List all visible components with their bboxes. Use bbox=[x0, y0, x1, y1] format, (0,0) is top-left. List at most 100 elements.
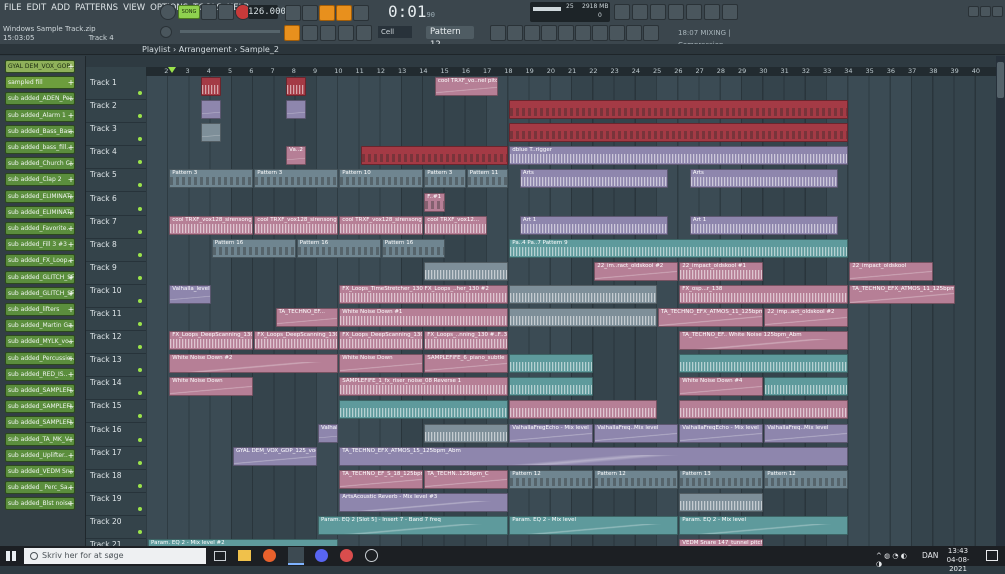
playlist-clip[interactable] bbox=[509, 308, 657, 327]
playlist-clip[interactable]: Va..2 bbox=[286, 146, 307, 166]
track-header[interactable]: Track 10 bbox=[86, 284, 146, 308]
track-led-icon[interactable] bbox=[138, 437, 142, 442]
channel-button[interactable]: sub added_GLITCH_SF + bbox=[5, 286, 75, 300]
playlist-clip[interactable]: Pattern 16 bbox=[381, 238, 445, 258]
touch-controller-icon[interactable] bbox=[592, 25, 608, 41]
playlist-clip[interactable]: White Noise Down bbox=[339, 354, 424, 374]
track-header[interactable]: Track 17 bbox=[86, 446, 146, 470]
playlist-clip[interactable]: ArtsAcoustic Reverb - Mix level #3 bbox=[339, 492, 509, 512]
add-icon[interactable]: + bbox=[67, 110, 74, 121]
channel-button[interactable]: sub added_ADEN_Pe.. + bbox=[5, 92, 75, 106]
channel-button[interactable]: sub added_SAMPLEFI.. + bbox=[5, 416, 75, 430]
menu-item-add[interactable]: ADD bbox=[51, 3, 70, 13]
add-icon[interactable]: + bbox=[67, 272, 74, 283]
track-header[interactable]: Track 3 bbox=[86, 122, 146, 147]
playlist-clip[interactable]: 22_impact_oldskool #1 bbox=[679, 261, 764, 281]
channel-button[interactable]: sub added_VEDM Sn.. + bbox=[5, 465, 75, 478]
channel-button[interactable]: sampled fill + bbox=[5, 76, 75, 90]
track-led-icon[interactable] bbox=[138, 483, 142, 488]
playlist-clip[interactable]: Pattern 16 bbox=[296, 238, 381, 258]
master-pitch-slider[interactable] bbox=[180, 30, 280, 33]
add-icon[interactable]: + bbox=[67, 498, 74, 509]
track-led-icon[interactable] bbox=[138, 345, 142, 350]
track-header[interactable]: Track 4 bbox=[86, 145, 146, 170]
playlist-clip[interactable]: FX_osp...r_138 bbox=[679, 284, 849, 304]
track-header[interactable]: Track 19 bbox=[86, 492, 146, 516]
add-icon[interactable]: + bbox=[67, 142, 74, 153]
language-indicator[interactable]: DAN bbox=[922, 551, 938, 560]
render-icon[interactable] bbox=[609, 25, 625, 41]
playlist-clip[interactable]: 22_impact_oldskool bbox=[849, 261, 934, 281]
pattern-song-toggle-icon[interactable] bbox=[160, 4, 176, 20]
play-button[interactable] bbox=[201, 4, 217, 20]
playlist-clip[interactable]: TA_TECHNO_EF.. White Noise 125bpm_Abm bbox=[679, 331, 849, 351]
playlist-clip[interactable]: SAMPLEFIFE_1_fx_riser_noise_08 Reverse 1 bbox=[339, 377, 509, 397]
maximize-icon[interactable] bbox=[980, 6, 991, 17]
add-icon[interactable]: + bbox=[67, 466, 74, 477]
channel-button[interactable]: sub added_Clap 2 + bbox=[5, 173, 75, 187]
playlist-clip[interactable]: Pattern 3 bbox=[169, 169, 254, 189]
system-clock[interactable]: 13:43 04-08-2021 bbox=[940, 547, 976, 574]
channel-button[interactable]: sub added_SAMPLEFI.. + bbox=[5, 384, 75, 397]
keyboard-icon[interactable] bbox=[643, 25, 659, 41]
playlist-clip[interactable]: Pattern 3 bbox=[254, 169, 339, 189]
playlist-clip[interactable]: Arts bbox=[519, 169, 668, 189]
metronome-icon[interactable] bbox=[285, 5, 301, 21]
playlist-clip[interactable] bbox=[509, 284, 657, 304]
add-icon[interactable]: + bbox=[67, 434, 74, 445]
track-led-icon[interactable] bbox=[138, 91, 142, 95]
add-icon[interactable]: + bbox=[67, 288, 74, 299]
channel-button[interactable]: sub added_Alarm 1 + bbox=[5, 108, 75, 122]
channel-button[interactable]: sub added_RED_IS.. + bbox=[5, 367, 75, 381]
blend-notes-icon[interactable] bbox=[336, 5, 352, 21]
add-icon[interactable]: + bbox=[67, 61, 74, 72]
playlist-clip[interactable] bbox=[509, 400, 657, 420]
breadcrumb-sample[interactable]: Sample_2 bbox=[240, 45, 279, 54]
track-led-icon[interactable] bbox=[138, 391, 142, 396]
playlist-clip[interactable]: TA_TECHNO_EF... bbox=[275, 308, 339, 327]
breadcrumb-arrangement[interactable]: Arrangement bbox=[179, 45, 232, 54]
playlist-clip[interactable]: cool TRXF_vox128_sirensong_1 bbox=[169, 215, 254, 235]
track-header[interactable]: Track 16 bbox=[86, 423, 146, 447]
playlist-clip[interactable]: Pattern 3 bbox=[424, 169, 466, 189]
timeline-ruler[interactable]: 2 3 4 5 6 7 8 9 10 11 12 13 14 15 16 17 18 19 20 21 22 23 24 25… bbox=[146, 67, 996, 76]
windows-start-icon[interactable] bbox=[6, 551, 16, 561]
playlist-grid[interactable]: cool TRXF_vo..nel pitch Va..2 dblue T..rig… bbox=[146, 76, 996, 558]
playlist-clip[interactable]: Pattern 16 bbox=[211, 238, 296, 258]
playlist-clip[interactable] bbox=[424, 261, 509, 281]
track-header[interactable]: Track 13 bbox=[86, 353, 146, 378]
playlist-clip[interactable]: Valhalla_level bbox=[169, 284, 211, 304]
playlist-clip[interactable] bbox=[509, 100, 849, 120]
playlist-clip[interactable]: cool TRXF_vox128_sirensong_1 bbox=[254, 215, 339, 235]
info-icon[interactable] bbox=[704, 4, 720, 20]
track-led-icon[interactable] bbox=[138, 414, 142, 419]
slice-icon[interactable] bbox=[338, 25, 354, 41]
playlist-clip[interactable]: TA_TECHN..125bpm_C bbox=[424, 469, 509, 489]
media-player-icon[interactable] bbox=[340, 549, 353, 562]
channel-button[interactable]: sub added_ Perc_Sa.. + bbox=[5, 481, 75, 495]
microphone-icon[interactable] bbox=[650, 4, 666, 20]
track-header[interactable]: Track 11 bbox=[86, 307, 146, 331]
wait-icon[interactable] bbox=[302, 5, 318, 21]
piano-roll-icon[interactable] bbox=[507, 25, 523, 41]
add-icon[interactable]: + bbox=[67, 158, 74, 169]
mixer-window-icon[interactable] bbox=[541, 25, 557, 41]
channel-button[interactable]: sub added_ELIMINAT.. + bbox=[5, 205, 75, 219]
playlist-icon[interactable] bbox=[490, 25, 506, 41]
add-icon[interactable]: + bbox=[67, 255, 74, 266]
chat-icon[interactable] bbox=[722, 4, 738, 20]
playlist-clip[interactable]: 22_imp..act_oldskool #2 bbox=[764, 308, 849, 327]
mixer-icon[interactable] bbox=[632, 4, 648, 20]
playlist-clip[interactable]: Param. EQ 2 - Mix level bbox=[509, 515, 679, 535]
channel-button[interactable]: GYAL DEM_VOX_GOP... + bbox=[5, 60, 75, 73]
minimize-icon[interactable] bbox=[968, 6, 979, 17]
track-header[interactable]: Track 1 bbox=[86, 76, 146, 100]
tempo-display[interactable]: 126.000 bbox=[248, 5, 286, 19]
playlist-clip[interactable]: cool TRXF_vox128_sirensong_1 bbox=[339, 215, 424, 235]
playlist-clip[interactable] bbox=[679, 354, 849, 374]
playlist-clip[interactable]: dblue T..rigger bbox=[509, 146, 849, 166]
track-led-icon[interactable] bbox=[138, 252, 142, 257]
download-icon[interactable] bbox=[626, 25, 642, 41]
playlist-clip[interactable]: Pattern 12 bbox=[509, 469, 594, 489]
channel-button[interactable]: sub added_Blst noise + bbox=[5, 497, 75, 511]
